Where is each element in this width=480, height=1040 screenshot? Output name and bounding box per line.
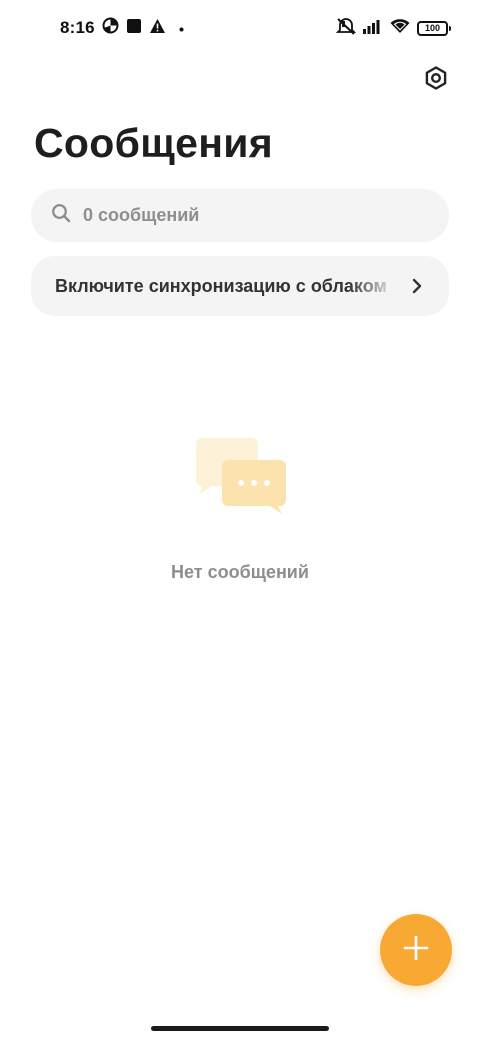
warning-icon — [149, 18, 166, 39]
empty-state-text: Нет сообщений — [171, 562, 309, 582]
status-time: 8:16 — [60, 18, 95, 37]
battery-icon: 100 — [417, 20, 451, 36]
sync-banner-text: Включите синхронизацию с облаком — [55, 275, 387, 296]
search-placeholder: 0 сообщений — [83, 205, 200, 225]
status-bar-left: 8:16 — [60, 16, 184, 40]
chevron-right-icon — [405, 274, 429, 298]
home-indicator[interactable] — [151, 1026, 329, 1031]
settings-button[interactable] — [418, 62, 454, 98]
plus-icon — [402, 934, 430, 967]
settings-hexagon-icon — [423, 65, 449, 96]
battery-level: 100 — [424, 22, 441, 33]
dot-icon — [179, 19, 184, 37]
signal-icon — [363, 18, 383, 39]
wifi-icon — [390, 18, 410, 39]
status-bar-right: 100 — [335, 16, 451, 40]
new-message-button[interactable] — [380, 914, 452, 986]
messages-screen: 8:16 100 Сообщения 0 сообщений Включите … — [0, 0, 480, 1040]
silent-icon — [335, 17, 357, 40]
notification-square-icon — [126, 18, 142, 39]
search-bar[interactable]: 0 сообщений — [31, 189, 449, 242]
page-title: Сообщения — [34, 120, 274, 166]
search-icon — [51, 203, 71, 228]
status-bar: 8:16 100 — [0, 0, 480, 56]
cloud-sync-banner[interactable]: Включите синхронизацию с облаком — [31, 256, 449, 316]
chat-bubbles-icon — [196, 438, 288, 518]
data-saver-icon — [102, 17, 119, 39]
